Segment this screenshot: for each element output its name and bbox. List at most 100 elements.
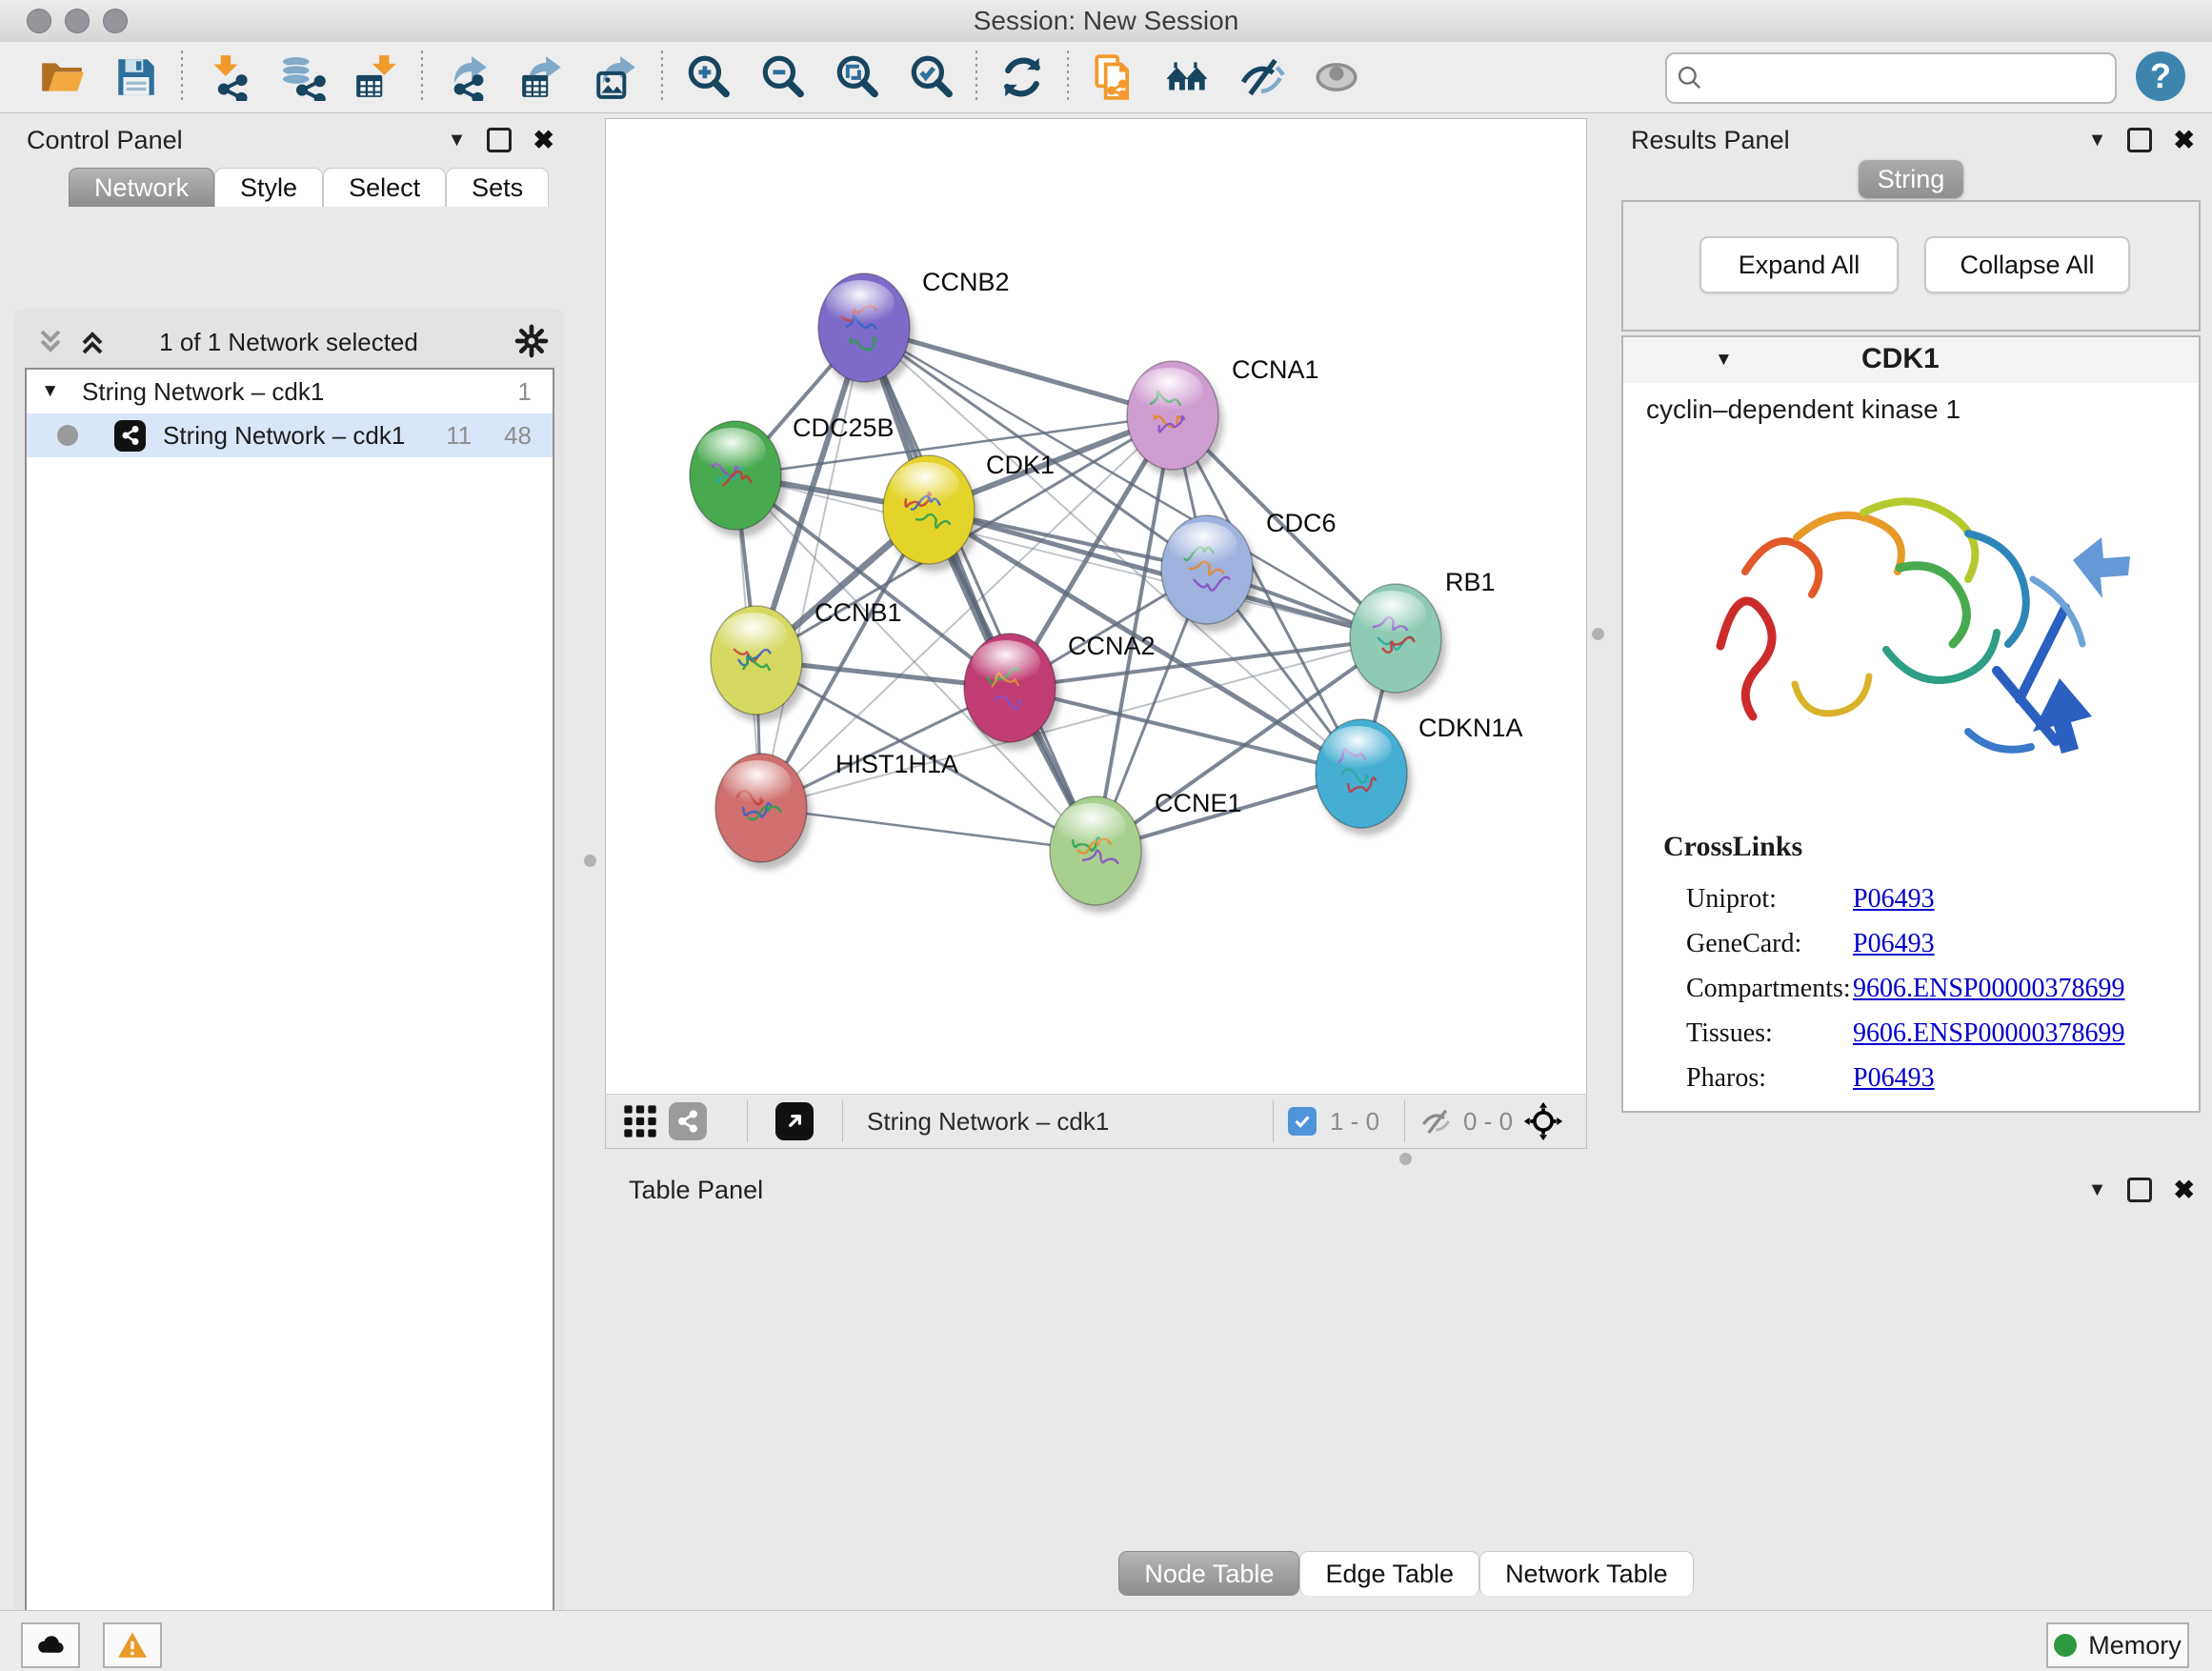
tab-network-table[interactable]: Network Table <box>1479 1551 1694 1596</box>
network-panel-body: 1 of 1 Network selected ▼ String Network… <box>13 309 564 1671</box>
crosslink-link[interactable]: P06493 <box>1853 1063 1935 1094</box>
hide-selected-icon[interactable] <box>1225 47 1299 108</box>
export-table-icon[interactable] <box>505 47 579 108</box>
crosslink-link[interactable]: P06493 <box>1853 929 1935 959</box>
tab-style[interactable]: Style <box>214 168 323 207</box>
node-label-ccna2: CCNA2 <box>1068 632 1156 660</box>
string-network-icon <box>114 420 146 452</box>
network-node-hist1h1a[interactable]: HIST1H1A <box>715 750 958 870</box>
network-node-ccne1[interactable]: CCNE1 <box>1050 789 1242 913</box>
zoom-window-icon[interactable] <box>103 9 128 33</box>
memory-label: Memory <box>2088 1631 2182 1661</box>
node-label-hist1h1a: HIST1H1A <box>835 750 958 778</box>
left-splitter-handle[interactable] <box>584 855 596 867</box>
pan-crosshair-icon[interactable] <box>1522 1100 1564 1142</box>
network-view-canvas[interactable]: CCNB2CCNA1CDC25BCDK1CDC6RB1CCNB1CCNA2CDK… <box>605 118 1587 1096</box>
collection-count: 1 <box>518 377 532 407</box>
export-image-icon[interactable] <box>579 47 654 108</box>
warning-status-button[interactable] <box>103 1622 162 1668</box>
crosslinks-title: CrossLinks <box>1663 831 1802 863</box>
apply-preferred-layout-icon[interactable] <box>985 47 1059 108</box>
gene-collapse-icon[interactable]: ▼ <box>1715 350 1733 371</box>
save-session-icon[interactable] <box>99 47 173 108</box>
import-network-database-icon[interactable] <box>265 47 339 108</box>
crosslink-link[interactable]: 9606.ENSP00000378699 <box>1853 1018 2124 1049</box>
table-panel-menu-icon[interactable]: ▼ <box>2088 1179 2107 1201</box>
network-node-ccna1[interactable]: CCNA1 <box>1127 355 1319 477</box>
zoom-out-icon[interactable] <box>745 47 819 108</box>
results-panel-close-icon[interactable]: ✖ <box>2173 131 2195 150</box>
expand-all-button[interactable]: Expand All <box>1699 236 1899 293</box>
table-panel-title: Table Panel <box>629 1176 763 1205</box>
gene-symbol: CDK1 <box>1861 343 1940 375</box>
network-row[interactable]: String Network – cdk1 11 48 <box>27 413 553 457</box>
tab-select[interactable]: Select <box>323 168 446 207</box>
toolbar-separator <box>1067 50 1069 104</box>
tab-string[interactable]: String <box>1859 160 1963 198</box>
zoom-in-icon[interactable] <box>671 47 745 108</box>
table-panel-float-icon[interactable] <box>2127 1178 2152 1202</box>
node-label-cdkn1a: CDKN1A <box>1418 714 1523 742</box>
results-panel-title: Results Panel <box>1631 126 1790 155</box>
collapse-all-button[interactable]: Collapse All <box>1924 236 2130 293</box>
birdseye-grid-icon[interactable] <box>621 1102 659 1140</box>
bottom-splitter-handle[interactable] <box>1399 1153 1412 1165</box>
control-panel-title: Control Panel <box>27 126 183 154</box>
cloud-status-button[interactable] <box>21 1622 80 1668</box>
tab-sets[interactable]: Sets <box>446 168 549 207</box>
selected-checkbox-icon[interactable] <box>1288 1107 1317 1136</box>
results-panel-float-icon[interactable] <box>2127 128 2152 152</box>
hidden-eye-icon <box>1419 1104 1454 1138</box>
network-collection-row[interactable]: ▼ String Network – cdk1 1 <box>27 370 553 413</box>
tab-node-table[interactable]: Node Table <box>1118 1551 1299 1596</box>
import-table-file-icon[interactable] <box>339 47 413 108</box>
table-panel-close-icon[interactable]: ✖ <box>2173 1180 2195 1199</box>
network-node-rb1[interactable]: RB1 <box>1350 568 1496 700</box>
clone-network-icon[interactable] <box>1076 47 1151 108</box>
network-node-ccna2[interactable]: CCNA2 <box>964 632 1156 750</box>
crosslink-row: Compartments:9606.ENSP00000378699 <box>1686 966 2182 1011</box>
cytoscape-window: Session: New Session ? Control Panel ▼ ✖… <box>0 0 2212 1671</box>
memory-button[interactable]: Memory <box>2046 1622 2189 1668</box>
network-view-title: String Network – cdk1 <box>867 1107 1109 1137</box>
search-icon <box>1675 63 1705 93</box>
title-bar: Session: New Session <box>0 0 2212 43</box>
export-network-icon[interactable] <box>431 47 505 108</box>
open-in-window-icon[interactable] <box>775 1102 814 1140</box>
close-window-icon[interactable] <box>27 9 51 33</box>
window-title: Session: New Session <box>0 0 2212 42</box>
crosslink-link[interactable]: P06493 <box>1853 884 1935 915</box>
zoom-selected-icon[interactable] <box>894 47 968 108</box>
minimize-window-icon[interactable] <box>65 9 90 33</box>
help-button[interactable]: ? <box>2136 51 2185 101</box>
search-input[interactable] <box>1713 58 2115 98</box>
hidden-counts: 0 - 0 <box>1463 1107 1513 1137</box>
gene-section-header[interactable]: ▼ CDK1 <box>1623 337 2199 384</box>
results-actions-box: Expand All Collapse All <box>1621 200 2201 332</box>
control-panel-menu-icon[interactable]: ▼ <box>448 130 467 151</box>
crosslink-label: Tissues: <box>1686 1018 1853 1049</box>
network-edge-count: 48 <box>504 421 532 451</box>
table-panel: Table Panel ▼ ✖ <box>600 1170 2212 1610</box>
zoom-fit-content-icon[interactable] <box>819 47 894 108</box>
node-label-rb1: RB1 <box>1445 568 1496 596</box>
crosslink-link[interactable]: 9606.ENSP00000378699 <box>1853 974 2124 1004</box>
tab-edge-table[interactable]: Edge Table <box>1299 1551 1479 1596</box>
network-options-gear-icon[interactable] <box>513 322 551 360</box>
network-node-cdkn1a[interactable]: CDKN1A <box>1316 714 1523 836</box>
right-splitter-handle[interactable] <box>1592 628 1604 640</box>
tab-network[interactable]: Network <box>69 168 214 207</box>
collection-expand-icon[interactable]: ▼ <box>27 381 59 402</box>
selected-counts: 1 - 0 <box>1330 1107 1379 1137</box>
string-panel-toggle-icon[interactable] <box>669 1102 707 1140</box>
style-houses-icon[interactable] <box>1151 47 1225 108</box>
import-network-file-icon[interactable] <box>191 47 265 108</box>
control-panel-close-icon[interactable]: ✖ <box>533 131 554 150</box>
crosslink-row: Pharos:P06493 <box>1686 1056 2182 1100</box>
network-current-dot-icon <box>57 425 78 446</box>
results-panel-menu-icon[interactable]: ▼ <box>2088 130 2107 151</box>
control-panel-float-icon[interactable] <box>487 128 512 152</box>
open-session-icon[interactable] <box>25 47 99 108</box>
crosslink-label: GeneCard: <box>1686 929 1853 959</box>
crosslink-row: GeneCard:P06493 <box>1686 921 2182 966</box>
